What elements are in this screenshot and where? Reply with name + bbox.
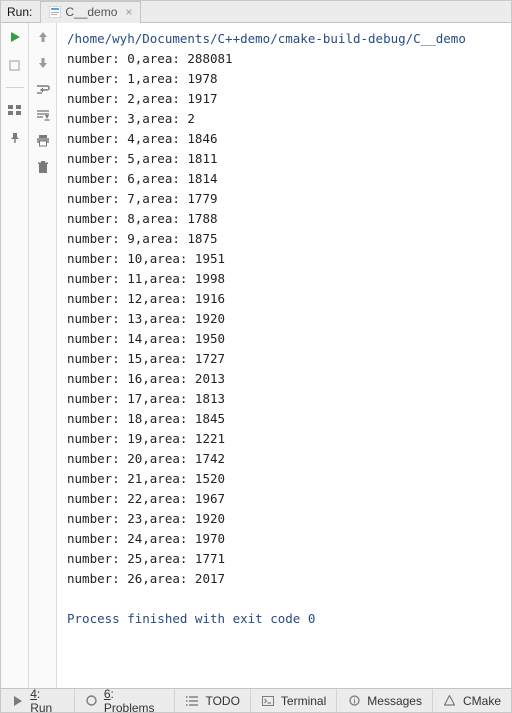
toolwindow-tab-label: Messages	[367, 694, 422, 708]
console-command-line: /home/wyh/Documents/C++demo/cmake-build-…	[67, 31, 466, 46]
console-line: number: 26,area: 2017	[67, 571, 225, 586]
console-line: number: 18,area: 1845	[67, 411, 225, 426]
pin-icon[interactable]	[7, 130, 23, 146]
toolwindow-tab-run[interactable]: 4: Run	[1, 689, 75, 712]
toolwindow-tab-messages[interactable]: Messages	[337, 689, 433, 712]
toolwindow-tab-problems[interactable]: 6: Problems	[75, 689, 176, 712]
console-line: number: 1,area: 1978	[67, 71, 218, 86]
toolwindow-tab-label: TODO	[205, 694, 239, 708]
console-line: number: 0,area: 288081	[67, 51, 233, 66]
separator	[6, 87, 24, 88]
toolwindow-tab-label: Terminal	[281, 694, 326, 708]
console-line: number: 6,area: 1814	[67, 171, 218, 186]
soft-wrap-icon[interactable]	[35, 81, 51, 97]
console-line: number: 16,area: 2013	[67, 371, 225, 386]
close-icon[interactable]: ×	[125, 5, 132, 19]
toolwindow-tab-cmake[interactable]: CMake	[433, 689, 511, 712]
console-line: number: 5,area: 1811	[67, 151, 218, 166]
layout-icon[interactable]	[7, 102, 23, 118]
console-line: number: 14,area: 1950	[67, 331, 225, 346]
cmake-icon	[443, 694, 457, 708]
console-line: number: 22,area: 1967	[67, 491, 225, 506]
run-controls-gutter	[1, 23, 29, 688]
trash-icon[interactable]	[35, 159, 51, 175]
toolwindow-tab-label: 6: Problems	[104, 687, 165, 713]
console-line: number: 13,area: 1920	[67, 311, 225, 326]
list-icon	[185, 694, 199, 708]
print-icon[interactable]	[35, 133, 51, 149]
rerun-icon[interactable]	[7, 29, 23, 45]
console-line: number: 2,area: 1917	[67, 91, 218, 106]
console-line: number: 8,area: 1788	[67, 211, 218, 226]
tool-window-bar: 4: Run 6: Problems TODO	[1, 688, 511, 712]
down-arrow-icon[interactable]	[35, 55, 51, 71]
console-line: number: 9,area: 1875	[67, 231, 218, 246]
console-line: number: 11,area: 1998	[67, 271, 225, 286]
app-icon	[49, 6, 61, 18]
console-line: number: 12,area: 1916	[67, 291, 225, 306]
console-line: number: 23,area: 1920	[67, 511, 225, 526]
up-arrow-icon[interactable]	[35, 29, 51, 45]
console-line: number: 17,area: 1813	[67, 391, 225, 406]
terminal-icon	[261, 694, 275, 708]
info-icon	[347, 694, 361, 708]
toolwindow-tab-terminal[interactable]: Terminal	[251, 689, 337, 712]
console-actions-gutter	[29, 23, 57, 688]
run-config-tab-label: C__demo	[65, 5, 117, 19]
console-line: number: 25,area: 1771	[67, 551, 225, 566]
console-line: number: 10,area: 1951	[67, 251, 225, 266]
play-icon	[11, 694, 24, 708]
stop-icon[interactable]	[7, 57, 23, 73]
run-tool-body: /home/wyh/Documents/C++demo/cmake-build-…	[1, 23, 511, 688]
console-line: number: 20,area: 1742	[67, 451, 225, 466]
toolwindow-tab-label: CMake	[463, 694, 501, 708]
scroll-to-end-icon[interactable]	[35, 107, 51, 123]
console-line: number: 19,area: 1221	[67, 431, 225, 446]
run-label: Run:	[7, 5, 32, 19]
console-line: number: 15,area: 1727	[67, 351, 225, 366]
run-tool-header: Run: C__demo ×	[1, 1, 511, 23]
console-line: number: 21,area: 1520	[67, 471, 225, 486]
circle-icon	[85, 694, 98, 708]
console-exit-line: Process finished with exit code 0	[67, 609, 503, 629]
console-line: number: 4,area: 1846	[67, 131, 218, 146]
run-config-tab[interactable]: C__demo ×	[40, 1, 141, 23]
toolwindow-tab-label: 4: Run	[30, 687, 63, 713]
console-line: number: 7,area: 1779	[67, 191, 218, 206]
console-line: number: 3,area: 2	[67, 111, 195, 126]
console-output[interactable]: /home/wyh/Documents/C++demo/cmake-build-…	[57, 23, 511, 688]
console-line: number: 24,area: 1970	[67, 531, 225, 546]
toolwindow-tab-todo[interactable]: TODO	[175, 689, 250, 712]
